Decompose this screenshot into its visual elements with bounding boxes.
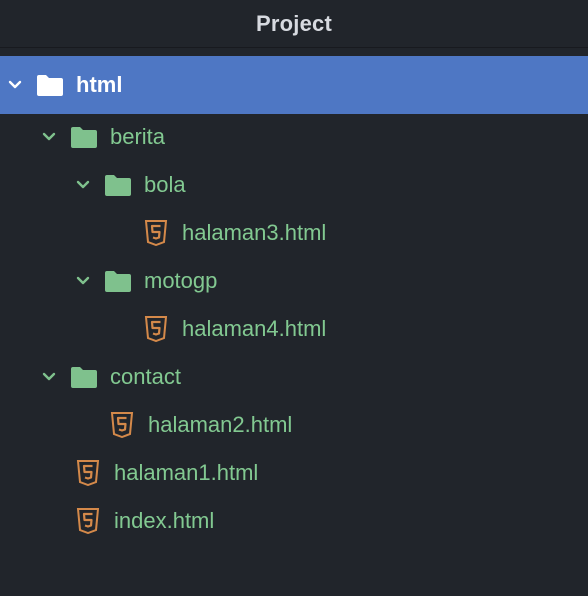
panel-header: Project	[0, 0, 588, 48]
chevron-down-icon[interactable]	[40, 128, 58, 146]
tree-item-label: html	[76, 72, 123, 97]
tree-item-halaman3[interactable]: halaman3.html	[0, 209, 588, 257]
chevron-down-icon[interactable]	[74, 272, 92, 290]
panel-title: Project	[256, 10, 332, 36]
chevron-down-icon[interactable]	[40, 368, 58, 386]
tree-item-label: halaman4.html	[182, 316, 327, 341]
folder-icon	[71, 127, 97, 148]
tree-item-contact[interactable]: contact	[0, 353, 588, 401]
tree-item-label: index.html	[114, 508, 215, 533]
chevron-down-icon[interactable]	[74, 176, 92, 194]
tree-item-bola[interactable]: bola	[0, 161, 588, 209]
tree-item-label: motogp	[144, 268, 218, 293]
file-tree: html berita bola halaman3.html motogp ha…	[0, 48, 588, 545]
tree-item-berita[interactable]: berita	[0, 113, 588, 161]
folder-icon	[105, 271, 131, 292]
html5-icon	[76, 508, 100, 534]
tree-item-label: berita	[110, 124, 166, 149]
html5-icon	[144, 220, 168, 246]
tree-item-index[interactable]: index.html	[0, 497, 588, 545]
html5-icon	[144, 316, 168, 342]
tree-item-label: contact	[110, 364, 181, 389]
tree-item-halaman1[interactable]: halaman1.html	[0, 449, 588, 497]
html5-icon	[76, 460, 100, 486]
tree-item-motogp[interactable]: motogp	[0, 257, 588, 305]
project-panel: Project html berita bola halaman3.html m…	[0, 0, 588, 596]
html5-icon	[110, 412, 134, 438]
chevron-down-icon[interactable]	[6, 76, 24, 94]
tree-item-halaman4[interactable]: halaman4.html	[0, 305, 588, 353]
folder-icon	[37, 75, 63, 96]
tree-item-label: bola	[144, 172, 186, 197]
folder-icon	[105, 175, 131, 196]
tree-item-html[interactable]: html	[0, 56, 588, 114]
tree-item-label: halaman3.html	[182, 220, 327, 245]
tree-item-label: halaman1.html	[114, 460, 259, 485]
folder-icon	[71, 367, 97, 388]
tree-item-label: halaman2.html	[148, 412, 293, 437]
tree-item-halaman2[interactable]: halaman2.html	[0, 401, 588, 449]
